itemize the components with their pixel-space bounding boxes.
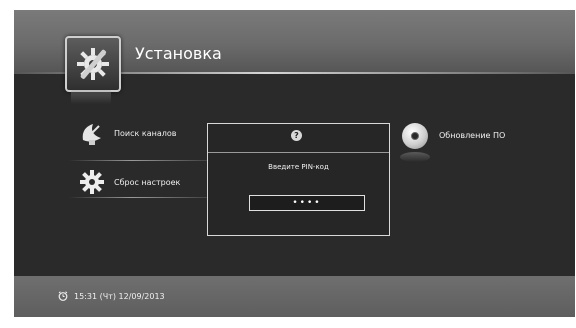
menu-item-factory-reset[interactable]: Сброс настроек (78, 168, 180, 196)
status-clock: 15:31 (Чт) 12/09/2013 (58, 291, 165, 301)
page-title: Установка (135, 44, 222, 63)
button-reflection (400, 152, 430, 162)
tv-settings-screen: Установка Поиск каналов Сброс настроек ?… (14, 10, 575, 317)
alarm-clock-icon (58, 291, 68, 301)
pin-dialog: ? Введите PIN-код •••• (207, 123, 390, 236)
menu-item-label: Поиск каналов (114, 128, 177, 138)
menu-item-channel-search[interactable]: Поиск каналов (78, 119, 176, 147)
settings-wrench-gear-icon (65, 36, 121, 92)
pin-prompt: Введите PIN-код (268, 163, 329, 171)
software-update-button[interactable] (402, 123, 428, 149)
menu-divider (68, 160, 228, 161)
satellite-dish-icon (78, 119, 106, 147)
pin-input[interactable]: •••• (249, 195, 365, 211)
menu-divider (68, 197, 228, 198)
gear-icon (78, 168, 106, 196)
menu-item-label: Сброс настроек (114, 177, 181, 187)
software-update-label[interactable]: Обновление ПО (439, 131, 505, 140)
dialog-divider (208, 152, 389, 153)
icon-reflection (71, 90, 111, 104)
disc-icon (411, 132, 419, 140)
clock-text: 15:31 (Чт) 12/09/2013 (74, 291, 165, 301)
help-icon[interactable]: ? (291, 130, 302, 141)
